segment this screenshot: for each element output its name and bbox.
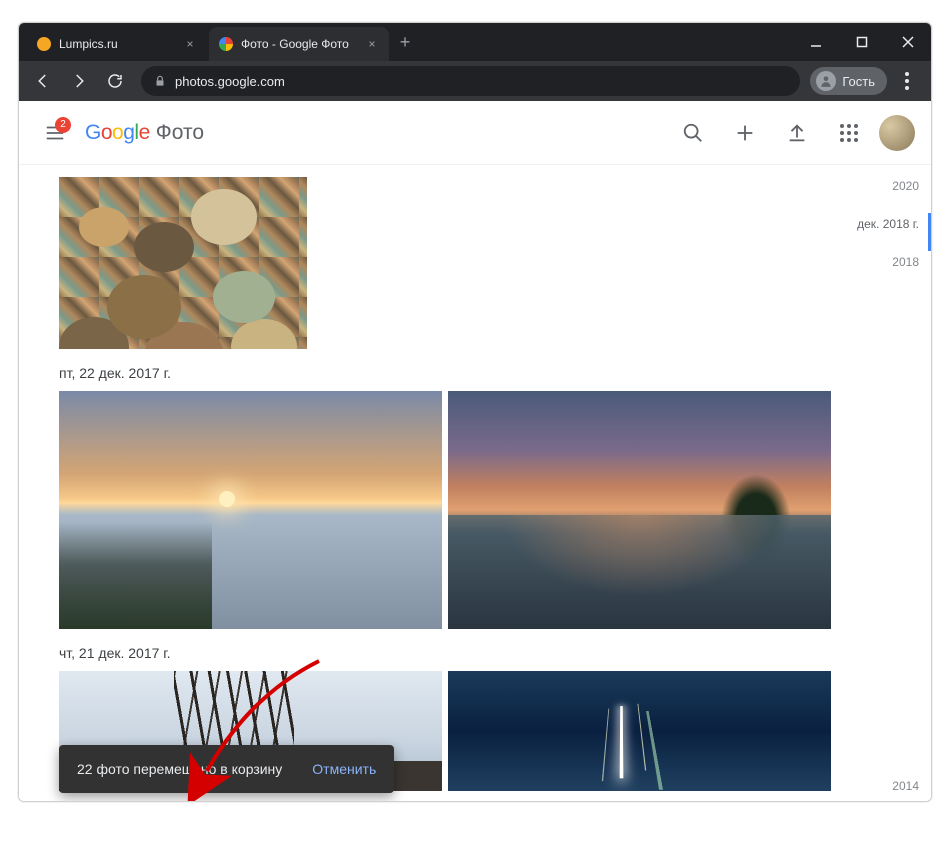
product-name: Фото — [156, 121, 204, 145]
timeline-year[interactable]: 2018 — [851, 251, 931, 289]
lock-icon — [153, 74, 167, 88]
header-actions — [671, 111, 915, 155]
photo-thumbnail[interactable] — [448, 391, 831, 629]
search-button[interactable] — [671, 111, 715, 155]
tab-lumpics[interactable]: Lumpics.ru × — [27, 27, 207, 61]
browser-menu-button[interactable] — [891, 65, 923, 97]
photo-grid[interactable]: пт, 22 дек. 2017 г. чт, 21 дек. 2017 г. — [19, 165, 851, 801]
close-icon[interactable]: × — [183, 37, 197, 51]
timeline-year-bottom[interactable]: 2014 — [892, 779, 919, 793]
url-input[interactable]: photos.google.com — [141, 66, 800, 96]
undo-button[interactable]: Отменить — [312, 761, 376, 777]
hamburger-menu-button[interactable]: 2 — [35, 113, 75, 153]
timeline-year[interactable]: 2020 — [851, 175, 931, 213]
photo-thumbnail[interactable] — [59, 177, 307, 349]
toast-notification: 22 фото перемещено в корзину Отменить — [59, 745, 394, 793]
forward-button[interactable] — [63, 65, 95, 97]
titlebar: Lumpics.ru × Фото - Google Фото × + — [19, 23, 931, 61]
tab-google-photos[interactable]: Фото - Google Фото × — [209, 27, 389, 61]
upload-icon — [786, 122, 808, 144]
photo-thumbnail[interactable] — [448, 671, 831, 791]
apps-grid-icon — [840, 124, 858, 142]
create-button[interactable] — [723, 111, 767, 155]
upload-button[interactable] — [775, 111, 819, 155]
google-wordmark: Google — [85, 121, 150, 145]
plus-icon — [734, 122, 756, 144]
date-label: чт, 21 дек. 2017 г. — [59, 645, 831, 661]
back-button[interactable] — [27, 65, 59, 97]
photo-thumbnail[interactable] — [59, 391, 442, 629]
profile-chip[interactable]: Гость — [810, 67, 887, 95]
search-icon — [682, 122, 704, 144]
close-window-button[interactable] — [885, 23, 931, 61]
new-tab-button[interactable]: + — [391, 28, 419, 56]
tab-title: Lumpics.ru — [59, 37, 175, 51]
close-icon[interactable]: × — [365, 37, 379, 51]
app-content: 2 Google Фото — [19, 101, 931, 801]
guest-label: Гость — [842, 74, 875, 89]
account-avatar[interactable] — [879, 115, 915, 151]
notification-badge: 2 — [55, 117, 71, 133]
app-header: 2 Google Фото — [19, 101, 931, 165]
date-label: пт, 22 дек. 2017 г. — [59, 365, 831, 381]
url-text: photos.google.com — [175, 74, 285, 89]
maximize-button[interactable] — [839, 23, 885, 61]
guest-avatar-icon — [816, 71, 836, 91]
timeline-current[interactable]: дек. 2018 г. — [851, 213, 931, 251]
tab-title: Фото - Google Фото — [241, 37, 357, 51]
window-controls — [793, 23, 931, 61]
minimize-button[interactable] — [793, 23, 839, 61]
photo-group: пт, 22 дек. 2017 г. — [59, 365, 831, 629]
app-logo[interactable]: Google Фото — [85, 121, 204, 145]
photo-group — [59, 177, 831, 349]
apps-button[interactable] — [827, 111, 871, 155]
photo-body: пт, 22 дек. 2017 г. чт, 21 дек. 2017 г. … — [19, 165, 931, 801]
tab-strip: Lumpics.ru × Фото - Google Фото × + — [19, 23, 793, 61]
favicon-lumpics — [37, 37, 51, 51]
browser-window: Lumpics.ru × Фото - Google Фото × + phot… — [18, 22, 932, 802]
favicon-google-photos — [219, 37, 233, 51]
timeline-scrubber[interactable]: 2020 дек. 2018 г. 2018 — [851, 165, 931, 801]
reload-button[interactable] — [99, 65, 131, 97]
address-bar: photos.google.com Гость — [19, 61, 931, 101]
toast-message: 22 фото перемещено в корзину — [77, 761, 282, 777]
